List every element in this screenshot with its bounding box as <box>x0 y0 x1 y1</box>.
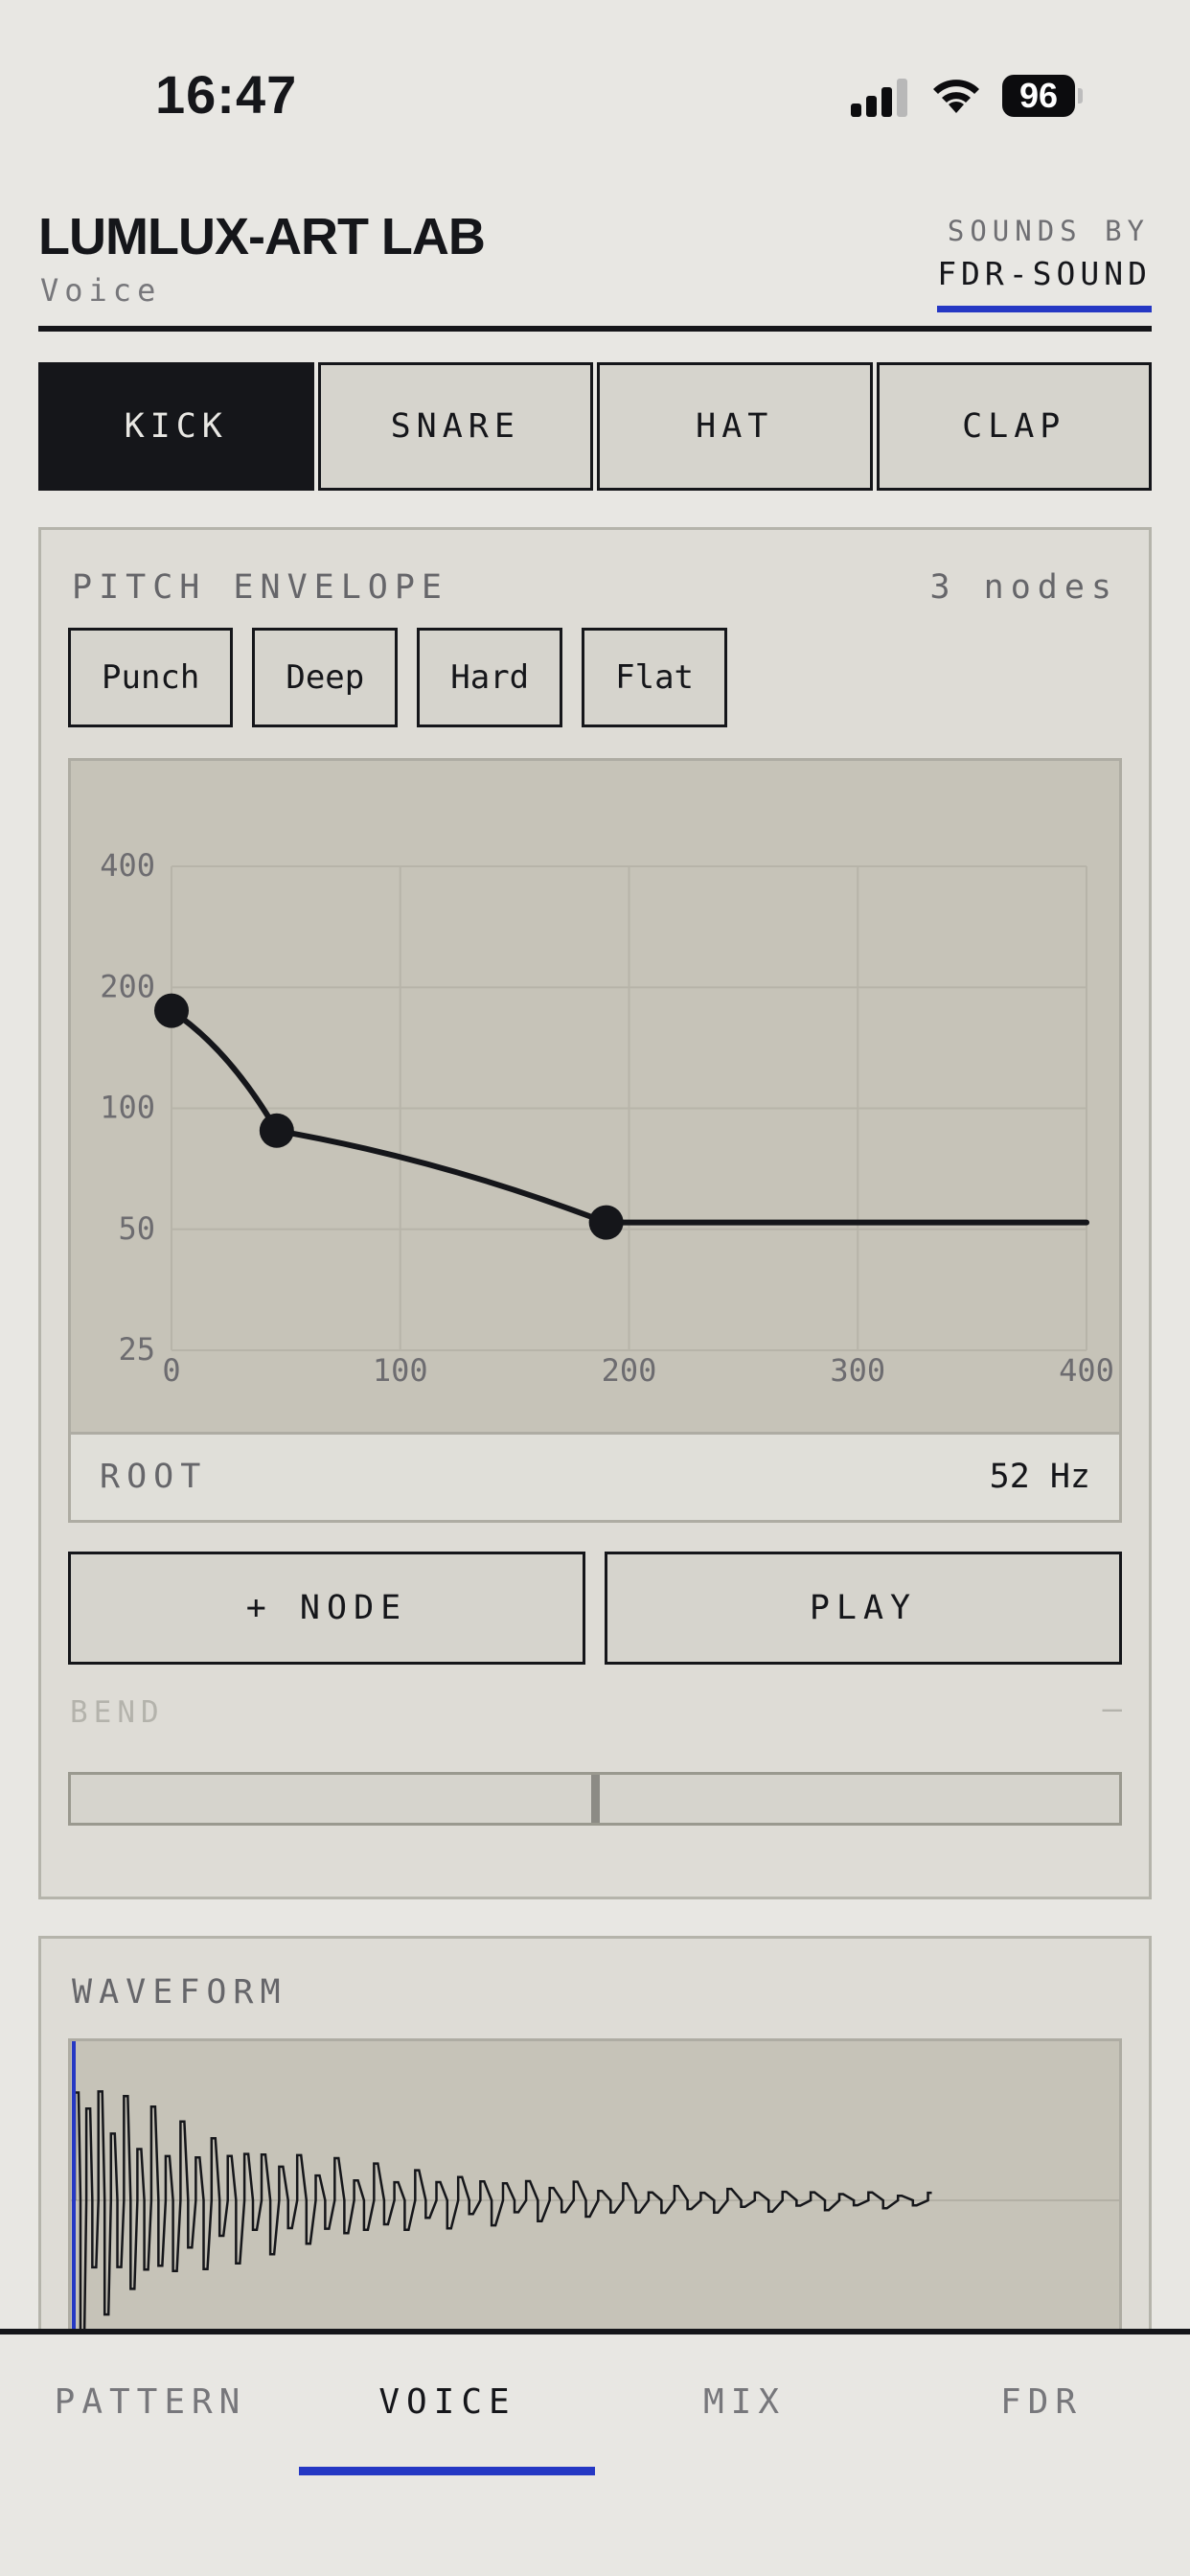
preset-hard-button[interactable]: Hard <box>417 628 563 727</box>
battery-level: 96 <box>1002 75 1075 117</box>
root-label: ROOT <box>100 1458 208 1496</box>
preset-list: Punch Deep Hard Flat <box>68 628 728 727</box>
y-tick-label: 400 <box>100 847 155 884</box>
x-tick-label: 200 <box>602 1352 657 1389</box>
status-time: 16:47 <box>155 64 298 125</box>
bottom-nav: PATTERN VOICE MIX FDR <box>0 2329 1190 2576</box>
nav-pattern[interactable]: PATTERN <box>2 2382 299 2422</box>
y-tick-label: 25 <box>118 1331 155 1368</box>
x-tick-label: 400 <box>1059 1352 1114 1389</box>
y-tick-label: 200 <box>100 968 155 1004</box>
bend-slider[interactable] <box>68 1772 1122 1826</box>
credit-link[interactable]: FDR-SOUND <box>937 255 1152 312</box>
credit-label: SOUNDS BY <box>947 215 1150 247</box>
header-divider <box>38 326 1152 332</box>
bend-slider-thumb[interactable] <box>590 1775 600 1823</box>
tab-clap[interactable]: CLAP <box>876 362 1152 491</box>
envelope-node-1 <box>154 993 189 1028</box>
x-tick-label: 100 <box>373 1352 428 1389</box>
preset-flat-button[interactable]: Flat <box>582 628 728 727</box>
app-subtitle: Voice <box>40 272 162 309</box>
nav-mix[interactable]: MIX <box>596 2382 893 2422</box>
envelope-node-2 <box>259 1113 294 1148</box>
voice-tabs: KICK SNARE HAT CLAP <box>38 362 1152 491</box>
bend-value: — <box>1102 1690 1122 1728</box>
tab-kick[interactable]: KICK <box>38 362 314 491</box>
wifi-icon <box>933 80 979 113</box>
bend-label: BEND <box>70 1695 165 1730</box>
x-tick-label: 300 <box>830 1352 885 1389</box>
pitch-envelope-title: PITCH ENVELOPE <box>72 568 449 607</box>
app-title: LUMLUX-ART LAB <box>38 208 486 265</box>
waveform-trace <box>73 2090 932 2340</box>
cellular-signal-icon <box>851 79 907 117</box>
root-value: 52 Hz <box>989 1458 1090 1496</box>
tab-hat[interactable]: HAT <box>597 362 873 491</box>
nav-voice[interactable]: VOICE <box>299 2382 596 2422</box>
add-node-button[interactable]: + NODE <box>68 1552 585 1665</box>
pitch-envelope-card: PITCH ENVELOPE 3 nodes Punch Deep Hard F… <box>38 527 1152 1899</box>
root-row: ROOT 52 Hz <box>68 1435 1122 1523</box>
tab-snare[interactable]: SNARE <box>317 362 593 491</box>
battery-icon: 96 <box>1002 75 1083 117</box>
waveform-card: WAVEFORM <box>38 1936 1152 2345</box>
y-tick-label: 50 <box>118 1210 155 1247</box>
nav-active-indicator <box>299 2467 595 2475</box>
waveform-display <box>68 2038 1122 2345</box>
envelope-node-3 <box>588 1205 624 1240</box>
x-tick-label: 0 <box>162 1352 180 1389</box>
y-tick-label: 100 <box>100 1090 155 1126</box>
nav-fdr[interactable]: FDR <box>893 2382 1190 2422</box>
play-button[interactable]: PLAY <box>605 1552 1122 1665</box>
preset-deep-button[interactable]: Deep <box>252 628 399 727</box>
preset-punch-button[interactable]: Punch <box>68 628 234 727</box>
waveform-title: WAVEFORM <box>72 1973 287 2012</box>
pitch-envelope-chart[interactable]: 0 100 200 300 400 400 200 100 50 25 <box>68 758 1122 1435</box>
node-count: 3 nodes <box>929 568 1118 607</box>
